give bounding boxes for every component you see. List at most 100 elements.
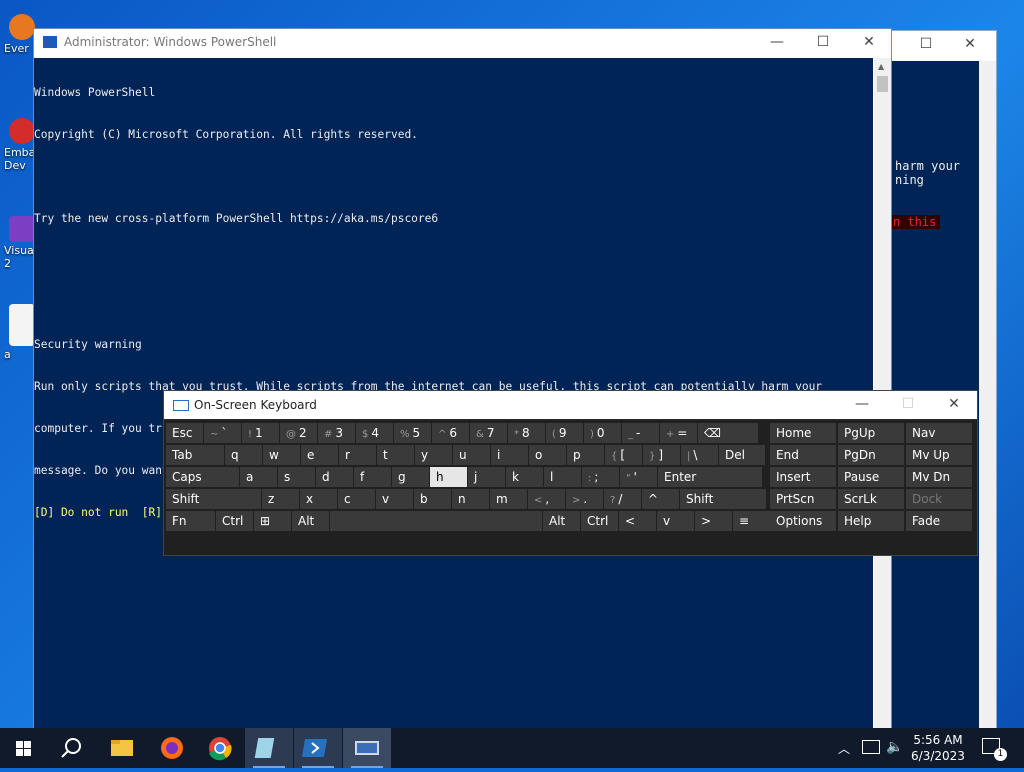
key-fn[interactable]: Fn [166, 511, 215, 531]
key-home[interactable]: Home [770, 423, 836, 443]
key-1[interactable]: ! 1 [242, 423, 279, 443]
file-explorer-button[interactable] [98, 728, 146, 768]
key-7[interactable]: & 7 [470, 423, 507, 443]
firefox-button[interactable] [148, 728, 196, 768]
key-mvup[interactable]: Mv Up [906, 445, 972, 465]
key-nav[interactable]: Nav [906, 423, 972, 443]
powershell-titlebar[interactable]: Administrator: Windows PowerShell — ☐ ✕ [34, 29, 891, 57]
on-screen-keyboard[interactable]: On-Screen Keyboard — ☐ ✕ Esc ~ `! 1 @2 #3 $4% 5… [163, 390, 978, 556]
background-window[interactable]: ☐ ✕ harm your ning n this [888, 30, 997, 732]
key-[interactable]: ~ ` [204, 423, 241, 443]
key-y[interactable]: y [415, 445, 452, 465]
key-alt[interactable]: Alt [543, 511, 580, 531]
key-[interactable]: ^ [642, 489, 679, 509]
key-i[interactable]: i [491, 445, 528, 465]
key-[interactable]: _ - [622, 423, 659, 443]
key-space[interactable] [330, 511, 542, 531]
key-o[interactable]: o [529, 445, 566, 465]
key-4[interactable]: $4 [356, 423, 393, 443]
chrome-button[interactable] [196, 728, 244, 768]
volume-icon[interactable]: 🔈 [886, 739, 903, 755]
key-a[interactable]: a [240, 467, 277, 487]
key-mvdn[interactable]: Mv Dn [906, 467, 972, 487]
notepad-button[interactable] [245, 728, 293, 768]
search-button[interactable] [48, 728, 96, 768]
key-caps[interactable]: Caps [166, 467, 239, 487]
key-[interactable]: ⊞ [254, 511, 291, 531]
background-window-titlebar[interactable]: ☐ ✕ [889, 31, 996, 59]
key-shift[interactable]: Shift [166, 489, 261, 509]
key-l[interactable]: l [544, 467, 581, 487]
key-8[interactable]: * 8 [508, 423, 545, 443]
key-2[interactable]: @2 [280, 423, 317, 443]
key-enter[interactable]: Enter [658, 467, 762, 487]
key-[interactable]: < [619, 511, 656, 531]
key-f[interactable]: f [354, 467, 391, 487]
key-w[interactable]: w [263, 445, 300, 465]
key-n[interactable]: n [452, 489, 489, 509]
close-icon[interactable]: ✕ [947, 31, 993, 59]
key-x[interactable]: x [300, 489, 337, 509]
maximize-icon[interactable]: ☐ [903, 31, 949, 59]
key-ctrl[interactable]: Ctrl [216, 511, 253, 531]
minimize-icon[interactable]: — [754, 29, 800, 57]
key-[interactable]: " ' [620, 467, 657, 487]
scrollbar-thumb[interactable] [877, 76, 888, 92]
key-z[interactable]: z [262, 489, 299, 509]
key-insert[interactable]: Insert [770, 467, 836, 487]
key-pause[interactable]: Pause [838, 467, 904, 487]
close-icon[interactable]: ✕ [931, 391, 977, 419]
key-u[interactable]: u [453, 445, 490, 465]
key-m[interactable]: m [490, 489, 527, 509]
key-p[interactable]: p [567, 445, 604, 465]
key-5[interactable]: % 5 [394, 423, 431, 443]
key-help[interactable]: Help [838, 511, 904, 531]
osk-taskbar-button[interactable] [343, 728, 391, 768]
key-j[interactable]: j [468, 467, 505, 487]
key-9[interactable]: (9 [546, 423, 583, 443]
key-c[interactable]: c [338, 489, 375, 509]
key-k[interactable]: k [506, 467, 543, 487]
key-d[interactable]: d [316, 467, 353, 487]
key-[interactable]: | \ [681, 445, 718, 465]
key-[interactable]: + = [660, 423, 697, 443]
key-[interactable]: {[ [605, 445, 642, 465]
key-options[interactable]: Options [770, 511, 836, 531]
key-[interactable]: :; [582, 467, 619, 487]
clock[interactable]: 5:56 AM 6/3/2023 [908, 732, 968, 764]
key-alt[interactable]: Alt [292, 511, 329, 531]
key-s[interactable]: s [278, 467, 315, 487]
key-b[interactable]: b [414, 489, 451, 509]
key-6[interactable]: ^ 6 [432, 423, 469, 443]
key-end[interactable]: End [770, 445, 836, 465]
key-3[interactable]: #3 [318, 423, 355, 443]
chevron-up-icon[interactable]: ︿ [838, 740, 850, 757]
minimize-icon[interactable]: — [839, 391, 885, 419]
key-t[interactable]: t [377, 445, 414, 465]
key-[interactable]: ⌫ [698, 423, 758, 443]
maximize-icon[interactable]: ☐ [800, 29, 846, 57]
key-pgdn[interactable]: PgDn [838, 445, 904, 465]
key-e[interactable]: e [301, 445, 338, 465]
key-q[interactable]: q [225, 445, 262, 465]
key-v[interactable]: v [657, 511, 694, 531]
close-icon[interactable]: ✕ [846, 29, 892, 57]
scroll-up-icon[interactable]: ▲ [878, 62, 884, 71]
key-[interactable]: > [695, 511, 732, 531]
key-scrlk[interactable]: ScrLk [838, 489, 904, 509]
key-h[interactable]: h [430, 467, 467, 487]
key-v[interactable]: v [376, 489, 413, 509]
key-[interactable]: >. [566, 489, 603, 509]
key-tab[interactable]: Tab [166, 445, 224, 465]
network-icon[interactable] [862, 740, 880, 754]
key-[interactable]: }] [643, 445, 680, 465]
key-pgup[interactable]: PgUp [838, 423, 904, 443]
key-[interactable]: <, [528, 489, 565, 509]
key-g[interactable]: g [392, 467, 429, 487]
start-button[interactable] [0, 728, 48, 768]
powershell-window[interactable]: Administrator: Windows PowerShell — ☐ ✕ … [33, 28, 892, 732]
key-esc[interactable]: Esc [166, 423, 203, 443]
key-del[interactable]: Del [719, 445, 765, 465]
key-fade[interactable]: Fade [906, 511, 972, 531]
key-0[interactable]: ) 0 [584, 423, 621, 443]
